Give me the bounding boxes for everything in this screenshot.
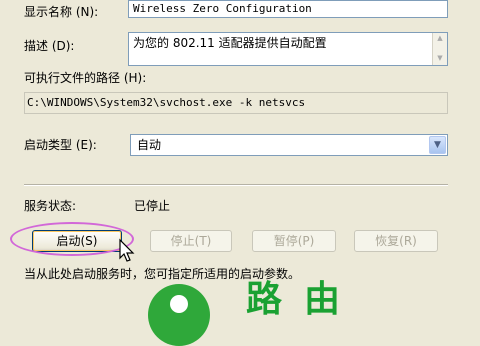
display-name-label: 显示名称 (N): [24, 5, 99, 19]
cursor-icon [119, 238, 135, 262]
exe-path-field: C:\WINDOWS\System32\svchost.exe -k netsv… [24, 92, 448, 114]
service-status-value: 已停止 [134, 199, 171, 213]
chevron-down-icon[interactable]: ▼ [429, 136, 446, 154]
scroll-down-icon[interactable]: ▼ [433, 53, 447, 63]
service-status-label: 服务状态: [24, 199, 77, 213]
description-label: 描述 (D): [24, 39, 75, 53]
highlight-ellipse [10, 222, 134, 256]
description-scrollbar[interactable]: ▲ ▼ [432, 33, 447, 65]
exe-path-label: 可执行文件的路径 (H): [24, 71, 147, 85]
scroll-up-icon[interactable]: ▲ [433, 33, 447, 43]
stop-button[interactable]: 停止(T) [150, 230, 232, 252]
display-name-field[interactable]: Wireless Zero Configuration [128, 0, 448, 18]
watermark-logo-icon [148, 284, 210, 346]
description-field[interactable]: 为您的 802.11 适配器提供自动配置 ▲ ▼ [128, 32, 448, 66]
pause-button[interactable]: 暂停(P) [252, 230, 336, 252]
resume-button[interactable]: 恢复(R) [354, 230, 438, 252]
description-text: 为您的 802.11 适配器提供自动配置 [133, 36, 327, 50]
startup-type-label: 启动类型 (E): [24, 138, 97, 152]
watermark-logo-dot [170, 295, 188, 313]
separator [24, 184, 448, 186]
startup-type-select[interactable]: 自动 ▼ [130, 134, 448, 156]
watermark-text: 路由 [246, 279, 363, 320]
startup-type-value: 自动 [137, 138, 162, 152]
